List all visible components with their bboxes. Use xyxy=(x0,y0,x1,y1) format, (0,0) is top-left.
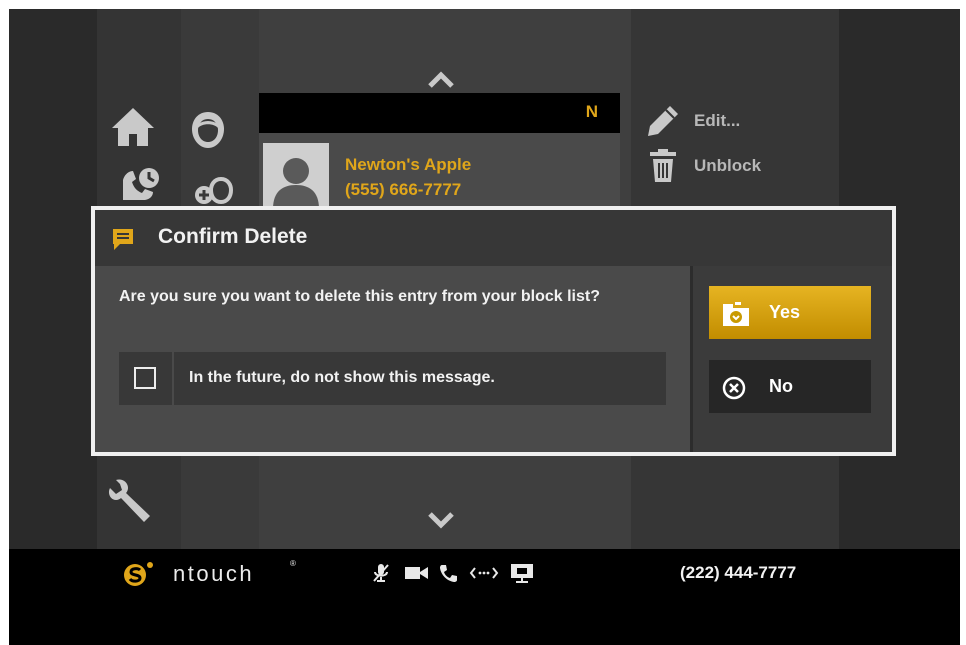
checkbox-box xyxy=(134,367,156,389)
unblock-label: Unblock xyxy=(694,156,762,175)
scroll-down-icon[interactable] xyxy=(428,511,454,534)
delete-folder-icon xyxy=(721,301,751,332)
call-history-icon[interactable] xyxy=(121,166,161,205)
phone-icon xyxy=(439,563,459,588)
no-label: No xyxy=(769,376,793,396)
background-column xyxy=(9,9,97,549)
yes-label: Yes xyxy=(769,302,801,322)
letter-index: N xyxy=(585,102,598,121)
contact-letter-header: N xyxy=(259,93,620,133)
brand-registered-mark: ® xyxy=(290,559,296,568)
yes-button[interactable]: Yes xyxy=(709,286,871,339)
dont-show-again-checkbox[interactable] xyxy=(119,352,174,405)
contact-list-item[interactable]: Newton's Apple (555) 666-7777 xyxy=(259,133,620,209)
status-bar: ntouch ® (222) 444-7777 xyxy=(9,549,960,645)
contact-name: Newton's Apple xyxy=(345,155,472,174)
edit-label: Edit... xyxy=(694,111,741,130)
message-icon xyxy=(111,228,135,257)
brand-name: ntouch xyxy=(173,561,255,586)
scroll-up-icon[interactable] xyxy=(428,71,454,94)
dont-show-again-label: In the future, do not show this message. xyxy=(189,369,495,386)
contacts-icon[interactable] xyxy=(190,110,226,159)
app-screen: N Newton's Apple (555) 666-7777 Edit... … xyxy=(9,9,960,645)
my-phone-number: (222) 444-7777 xyxy=(680,563,797,582)
contact-phone: (555) 666-7777 xyxy=(345,180,462,199)
edit-action[interactable]: Edit... xyxy=(646,104,740,138)
close-circle-icon xyxy=(721,375,747,406)
contact-avatar-icon xyxy=(263,143,329,209)
mic-muted-icon xyxy=(371,563,391,588)
dialog-message: Are you sure you want to delete this ent… xyxy=(119,288,600,305)
unblock-action[interactable]: Unblock xyxy=(646,149,761,183)
dont-show-again-row[interactable]: In the future, do not show this message. xyxy=(119,352,666,405)
settings-wrench-icon[interactable] xyxy=(108,476,156,529)
connection-icon xyxy=(469,563,499,588)
confirm-delete-dialog: Confirm Delete Are you sure you want to … xyxy=(91,206,896,456)
pencil-icon xyxy=(648,106,678,136)
trash-icon xyxy=(650,149,676,182)
home-icon[interactable] xyxy=(110,106,156,153)
screen-share-icon xyxy=(509,563,535,588)
dialog-title: Confirm Delete xyxy=(158,225,308,248)
dialog-button-panel: Yes No xyxy=(690,266,892,452)
dialog-title-bar: Confirm Delete xyxy=(95,210,892,266)
no-button[interactable]: No xyxy=(709,360,871,413)
ntouch-logo-icon xyxy=(120,560,156,593)
video-icon xyxy=(404,563,430,588)
